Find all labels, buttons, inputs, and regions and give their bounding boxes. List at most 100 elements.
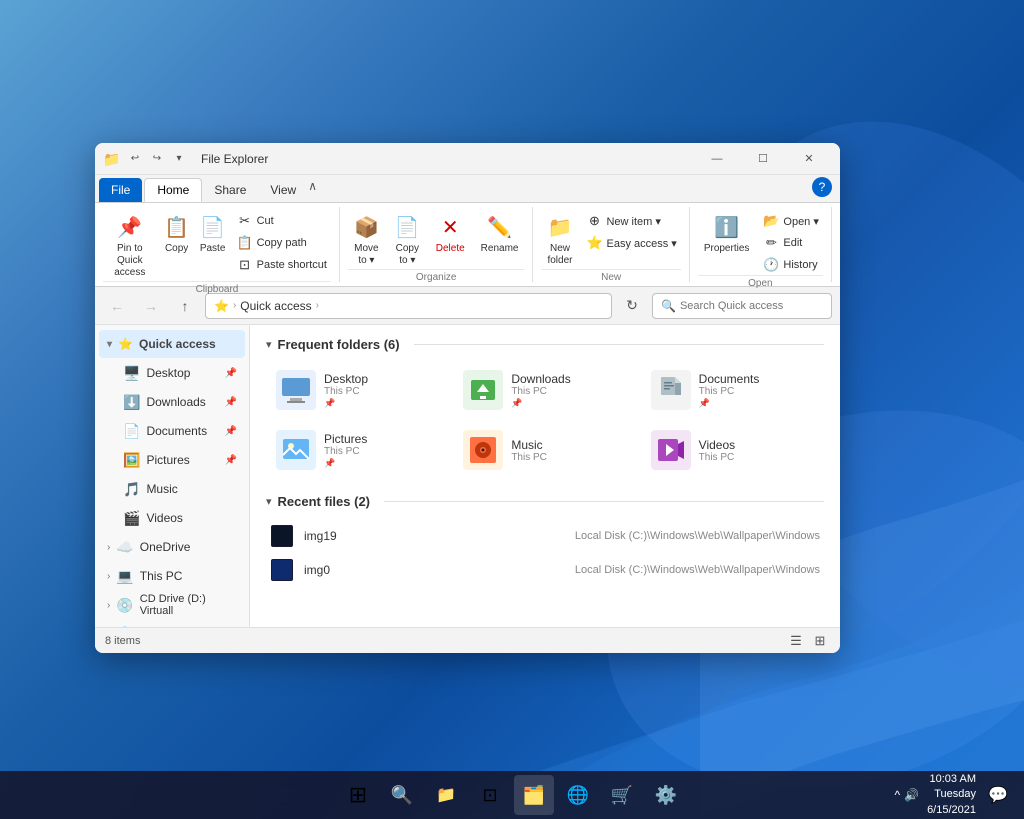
store-button[interactable]: 🛒 — [602, 775, 642, 815]
sidebar-item-this-pc[interactable]: › 💻 This PC — [99, 562, 245, 590]
title-bar: 📁 ↩ ↪ ▾ File Explorer — ☐ ✕ — [95, 143, 840, 175]
downloads-icon: ⬇️ — [123, 394, 140, 411]
sidebar-item-pictures[interactable]: 🖼️ Pictures 📌 — [99, 446, 245, 474]
copy-to-button[interactable]: 📄 Copyto ▾ — [389, 211, 426, 269]
new-label: New — [541, 269, 680, 285]
sidebar-item-onedrive[interactable]: › ☁️ OneDrive — [99, 533, 245, 561]
delete-icon: ✕ — [442, 213, 459, 241]
properties-button[interactable]: ℹ️ Properties — [698, 211, 756, 257]
sidebar-item-downloads[interactable]: ⬇️ Downloads 📌 — [99, 388, 245, 416]
recent-files-title: Recent files (2) — [278, 494, 370, 509]
copy-icon: 📋 — [164, 213, 189, 241]
notification-button[interactable]: 💬 — [984, 775, 1012, 815]
clock[interactable]: 10:03 AM Tuesday 6/15/2021 — [927, 772, 976, 818]
open-button[interactable]: 📂Open ▾ — [759, 211, 823, 231]
move-to-button[interactable]: 📦 Moveto ▾ — [348, 211, 385, 269]
sidebar-item-cd-drive[interactable]: › 💿 CD Drive (D:) Virtuall — [99, 591, 245, 619]
tab-view[interactable]: View — [258, 178, 308, 202]
search-taskbar-button[interactable]: 🔍 — [382, 775, 422, 815]
new-item-button[interactable]: ⊕New item ▾ — [582, 211, 680, 231]
folder-item-documents[interactable]: Documents This PC 📌 — [641, 362, 824, 418]
copy-button[interactable]: 📋 Copy — [161, 211, 193, 257]
folder-item-pictures[interactable]: Pictures This PC 📌 — [266, 422, 449, 478]
img19-icon — [270, 524, 294, 548]
folder-item-downloads[interactable]: Downloads This PC 📌 — [453, 362, 636, 418]
music-sidebar-icon: 🎵 — [123, 481, 140, 498]
folder-item-music[interactable]: Music This PC — [453, 422, 636, 478]
search-box[interactable]: 🔍 — [652, 293, 832, 319]
taskview-button[interactable]: 📁 — [426, 775, 466, 815]
recent-files-header: ▾ Recent files (2) — [266, 494, 824, 509]
sidebar-cd-label: CD Drive (D:) Virtuall — [140, 593, 237, 617]
sidebar-item-desktop[interactable]: 🖥️ Desktop 📌 — [99, 359, 245, 387]
paste-button[interactable]: 📄 Paste — [197, 211, 229, 257]
rename-button[interactable]: ✏️ Rename — [475, 211, 525, 257]
videos-folder-name: Videos — [699, 438, 735, 452]
widgets-button[interactable]: ⊡ — [470, 775, 510, 815]
folder-item-desktop[interactable]: Desktop This PC 📌 — [266, 362, 449, 418]
tab-share[interactable]: Share — [202, 178, 258, 202]
img19-path: Local Disk (C:)\Windows\Web\Wallpaper\Wi… — [575, 530, 820, 542]
refresh-button[interactable]: ↻ — [618, 292, 646, 320]
easy-access-button[interactable]: ⭐Easy access ▾ — [582, 233, 680, 253]
close-button[interactable]: ✕ — [786, 143, 832, 175]
history-button[interactable]: 🕐History — [759, 255, 823, 275]
documents-pin-icon: 📌 — [225, 426, 237, 437]
help-button[interactable]: ? — [812, 177, 832, 197]
frequent-folders-toggle[interactable]: ▾ — [266, 338, 272, 351]
down-arrow-button[interactable]: ▾ — [169, 149, 189, 169]
edge-button[interactable]: 🌐 — [558, 775, 598, 815]
desktop-folder-pin: 📌 — [324, 398, 368, 409]
img0-path: Local Disk (C:)\Windows\Web\Wallpaper\Wi… — [575, 564, 820, 576]
folder-item-videos[interactable]: Videos This PC — [641, 422, 824, 478]
tab-home[interactable]: Home — [144, 178, 202, 202]
maximize-button[interactable]: ☐ — [740, 143, 786, 175]
grid-view-button[interactable]: ⊞ — [810, 631, 830, 651]
pin-to-quick-access-button[interactable]: 📌 Pin to Quickaccess — [103, 211, 157, 281]
delete-button[interactable]: ✕ Delete — [430, 211, 471, 257]
start-button[interactable]: ⊞ — [338, 775, 378, 815]
sidebar-quick-access-label: Quick access — [139, 337, 216, 351]
music-folder-sub: This PC — [511, 452, 547, 463]
pictures-pin-icon: 📌 — [225, 455, 237, 466]
new-folder-button[interactable]: 📁 Newfolder — [541, 211, 578, 269]
recent-file-img0[interactable]: img0 Local Disk (C:)\Windows\Web\Wallpap… — [266, 553, 824, 587]
recent-file-img19[interactable]: img19 Local Disk (C:)\Windows\Web\Wallpa… — [266, 519, 824, 553]
ribbon-group-new: 📁 Newfolder ⊕New item ▾ ⭐Easy access ▾ N… — [533, 207, 689, 282]
properties-icon: ℹ️ — [714, 213, 739, 241]
recent-files-toggle[interactable]: ▾ — [266, 495, 272, 508]
sidebar-item-videos[interactable]: 🎬 Videos — [99, 504, 245, 532]
taskbar-right: ^ 🔊 10:03 AM Tuesday 6/15/2021 💬 — [894, 772, 1012, 818]
list-view-button[interactable]: ☰ — [786, 631, 806, 651]
desktop-folder-name: Desktop — [324, 372, 368, 386]
redo-button[interactable]: ↪ — [147, 149, 167, 169]
ribbon-group-clipboard: 📌 Pin to Quickaccess 📋 Copy 📄 Paste ✂Cut… — [95, 207, 340, 282]
search-input[interactable] — [680, 300, 823, 312]
downloads-thumb — [463, 370, 503, 410]
cut-button[interactable]: ✂Cut — [233, 211, 331, 231]
paste-shortcut-button[interactable]: ⊡Paste shortcut — [233, 255, 331, 275]
tab-file[interactable]: File — [99, 178, 142, 202]
undo-button[interactable]: ↩ — [125, 149, 145, 169]
volume-icon[interactable]: 🔊 — [904, 788, 919, 802]
img19-name: img19 — [304, 529, 565, 543]
sidebar-item-network[interactable]: › 🌐 Network — [99, 620, 245, 627]
sidebar-item-music[interactable]: 🎵 Music — [99, 475, 245, 503]
minimize-button[interactable]: — — [694, 143, 740, 175]
files-taskbar-button[interactable]: 🗂️ — [514, 775, 554, 815]
open-icon: 📂 — [763, 213, 779, 229]
frequent-folders-header: ▾ Frequent folders (6) — [266, 337, 824, 352]
copy-path-button[interactable]: 📋Copy path — [233, 233, 331, 253]
ribbon-collapse-button[interactable]: ∧ — [308, 179, 317, 193]
sidebar-item-documents[interactable]: 📄 Documents 📌 — [99, 417, 245, 445]
settings-taskbar-button[interactable]: ⚙️ — [646, 775, 686, 815]
downloads-folder-sub: This PC — [511, 386, 570, 397]
documents-folder-pin: 📌 — [699, 398, 760, 409]
edit-button[interactable]: ✏Edit — [759, 233, 823, 253]
chevron-icon[interactable]: ^ — [894, 788, 900, 802]
time-display: 10:03 AM — [927, 772, 976, 787]
cut-icon: ✂ — [237, 213, 253, 229]
recent-files-list: img19 Local Disk (C:)\Windows\Web\Wallpa… — [266, 519, 824, 587]
sidebar-onedrive-label: OneDrive — [140, 540, 191, 554]
sidebar-quick-access-header[interactable]: ▾ ⭐ Quick access — [99, 330, 245, 358]
